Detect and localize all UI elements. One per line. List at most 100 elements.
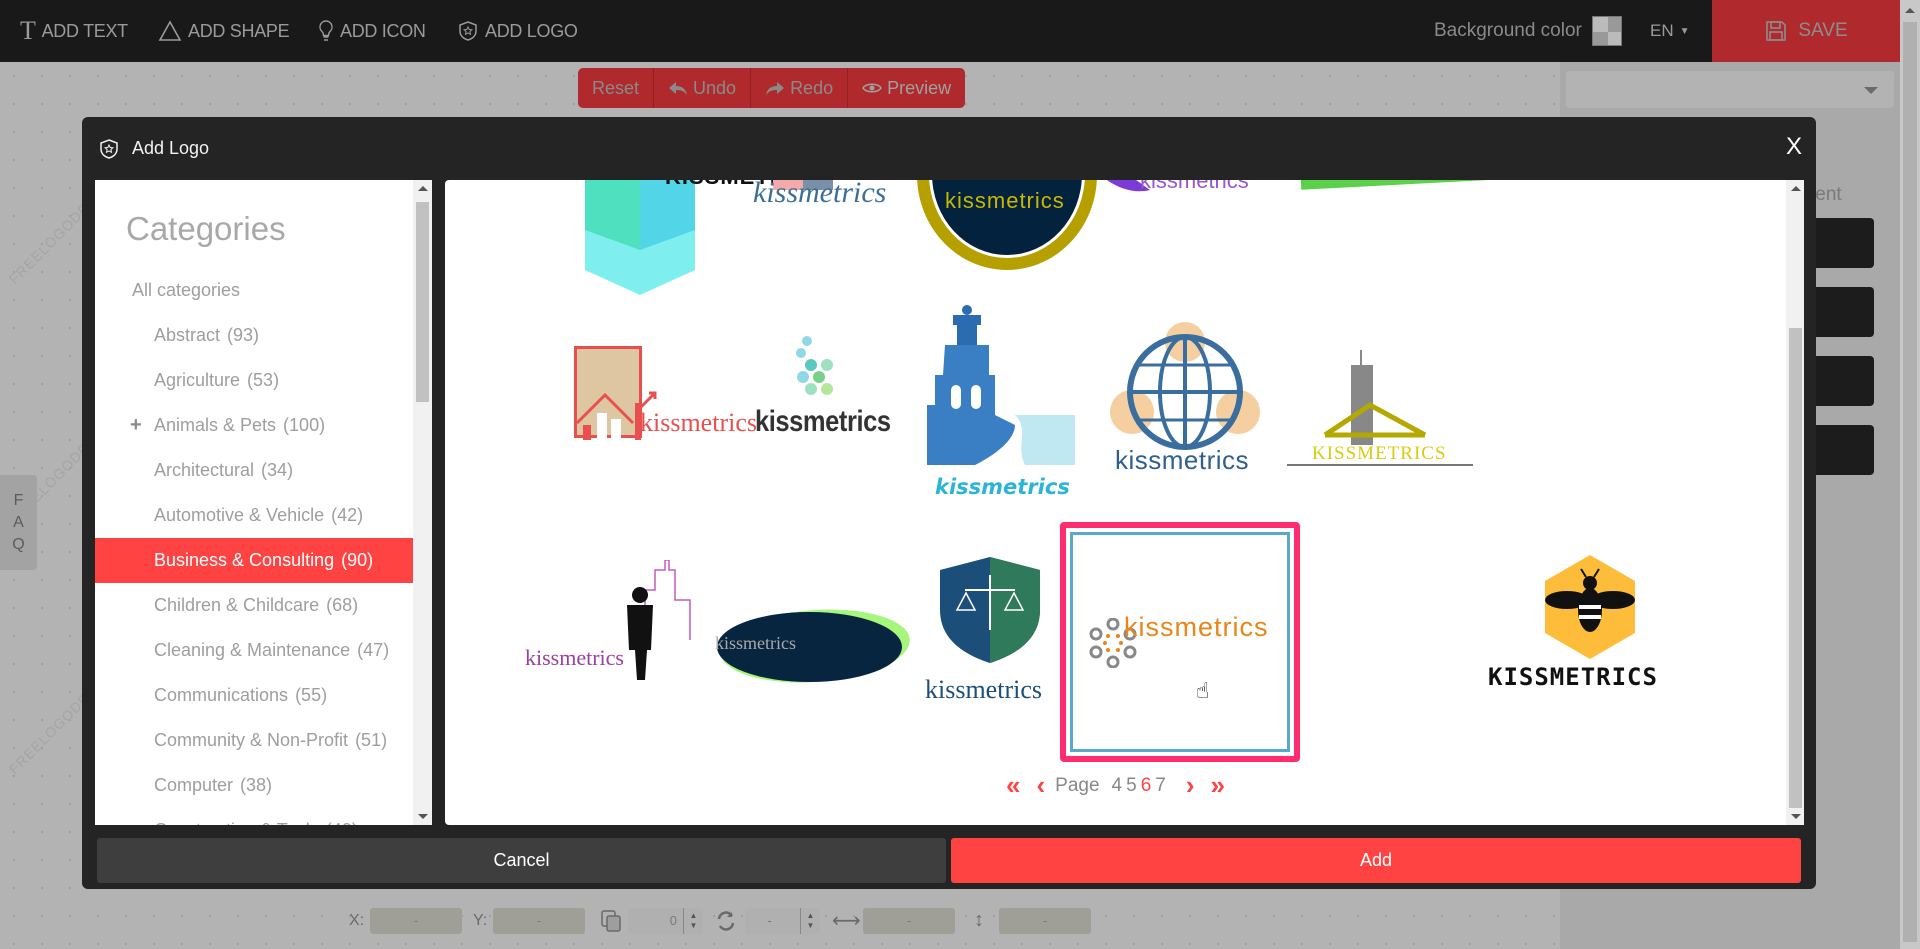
category-label: Cleaning & Maintenance <box>154 640 351 660</box>
category-count: (40) <box>326 820 358 825</box>
text-icon: T <box>20 16 36 45</box>
category-item[interactable]: Abstract (93) <box>95 313 413 358</box>
add-shape-button[interactable]: ADD SHAPE <box>158 0 290 62</box>
add-icon-button[interactable]: ADD ICON <box>318 0 426 62</box>
rotate-icon <box>717 910 735 931</box>
close-button[interactable]: X <box>1786 133 1802 161</box>
page-label: Page <box>1055 774 1100 796</box>
category-item[interactable]: Automotive & Vehicle (42) <box>95 493 413 538</box>
expand-plus-icon[interactable]: + <box>130 414 142 437</box>
add-text-button[interactable]: T ADD TEXT <box>20 0 128 62</box>
category-label: Children & Childcare <box>154 595 320 615</box>
categories-title: Categories <box>126 210 286 247</box>
category-item[interactable]: Business & Consulting (90) <box>95 538 413 583</box>
shield-star-icon <box>459 21 477 41</box>
prev-page-button[interactable]: ‹ <box>1036 770 1045 801</box>
stepper-arrows[interactable]: ▲ ▼ <box>683 907 703 934</box>
logo-option[interactable]: KISSMETRICS <box>1260 295 1500 535</box>
rotation-stepper[interactable]: - ▲ ▼ <box>745 907 820 934</box>
logo-grid-scrollbar[interactable] <box>1786 180 1804 825</box>
category-label: Agriculture <box>154 370 241 390</box>
category-label: Architectural <box>154 460 255 480</box>
category-count: (51) <box>355 730 388 750</box>
category-count: (68) <box>326 595 359 615</box>
position-toolbar: X: - Y: - 0 ▲ ▼ - ▲ ▼ ⟷ - ↕ - <box>0 898 1560 943</box>
preview-button[interactable]: Preview <box>848 68 965 108</box>
categories-scrollbar[interactable] <box>413 180 432 825</box>
category-item[interactable]: Computer (38) <box>95 763 413 808</box>
category-item[interactable]: Construction & Tools (40) <box>95 808 413 825</box>
first-page-button[interactable]: « <box>1006 770 1020 801</box>
y-input[interactable]: - <box>493 907 585 934</box>
bee-hexagon-logo-graphic <box>1545 555 1635 659</box>
shield-scales-logo-graphic <box>940 557 1040 663</box>
category-label: Computer <box>154 775 234 795</box>
logo-option-selected[interactable]: kissmetrics ☝ <box>1060 522 1300 762</box>
category-item[interactable]: All categories <box>95 268 413 313</box>
logo-option[interactable]: KISSMETRICS <box>1470 525 1710 765</box>
redo-icon <box>766 82 785 95</box>
page-6-current[interactable]: 6 <box>1141 775 1152 797</box>
layer-stepper[interactable]: 0 ▲ ▼ <box>628 907 703 934</box>
height-arrows-icon: ↕ <box>974 909 984 931</box>
stepper-arrows[interactable]: ▲ ▼ <box>800 907 820 934</box>
layers-icon <box>601 909 621 932</box>
height-input[interactable]: - <box>999 907 1091 934</box>
font-select[interactable] <box>1566 71 1894 108</box>
page-4[interactable]: 4 <box>1112 775 1123 797</box>
save-button[interactable]: SAVE <box>1712 0 1900 62</box>
cancel-button[interactable]: Cancel <box>97 838 946 883</box>
eye-icon <box>862 83 882 93</box>
page-5[interactable]: 5 <box>1126 775 1137 797</box>
logo-grid: KISSMETRICS kissmetrics kissmetrics kiss… <box>445 180 1804 825</box>
add-logo-modal: Add Logo X Categories All categories Abst… <box>82 117 1816 889</box>
category-label: Abstract <box>154 325 221 345</box>
redo-button[interactable]: Redo <box>751 68 849 108</box>
category-count: (42) <box>331 505 364 525</box>
category-item[interactable]: Cleaning & Maintenance (47) <box>95 628 413 673</box>
pagination: « ‹ Page 4 5 6 7 › » <box>445 770 1786 801</box>
category-item[interactable]: Children & Childcare (68) <box>95 583 413 628</box>
category-count: (47) <box>357 640 390 660</box>
background-color-picker[interactable]: Background color <box>1434 0 1622 62</box>
category-count: (53) <box>247 370 280 390</box>
category-item[interactable]: Architectural (34) <box>95 448 413 493</box>
undo-button[interactable]: Undo <box>654 68 752 108</box>
globe-logo-graphic <box>1110 322 1260 450</box>
categories-panel: Categories All categories Abstract (93) Agr… <box>95 180 432 825</box>
history-actions: Reset Undo Redo Preview <box>578 68 966 108</box>
category-item[interactable]: Community & Non-Profit (51) <box>95 718 413 763</box>
faq-tab[interactable]: F A Q <box>0 475 37 570</box>
category-label: Business & Consulting <box>154 550 335 570</box>
width-input[interactable]: - <box>863 907 955 934</box>
category-count: (90) <box>341 550 374 570</box>
category-label: Community & Non-Profit <box>154 730 349 750</box>
category-item[interactable]: + Animals & Pets (100) <box>95 403 413 448</box>
add-logo-button[interactable]: ADD LOGO <box>457 0 578 62</box>
last-page-button[interactable]: » <box>1211 770 1225 801</box>
undo-icon <box>669 82 688 95</box>
category-label: All categories <box>132 280 241 300</box>
category-label: Automotive & Vehicle <box>154 505 325 525</box>
background-color-swatch[interactable] <box>1591 16 1622 46</box>
next-page-button[interactable]: › <box>1186 770 1195 801</box>
x-input[interactable]: - <box>370 907 462 934</box>
category-count: (38) <box>240 775 273 795</box>
page-7[interactable]: 7 <box>1155 775 1166 797</box>
category-item[interactable]: Communications (55) <box>95 673 413 718</box>
category-list: All categories Abstract (93) Agriculture (53… <box>95 268 413 825</box>
page-scrollbar[interactable] <box>1900 0 1920 949</box>
category-item[interactable]: Agriculture (53) <box>95 358 413 403</box>
language-selector[interactable]: EN ▼ <box>1650 0 1690 62</box>
hand-cursor-icon: ☝ <box>1196 678 1210 703</box>
y-label: Y: <box>473 911 488 929</box>
x-label: X: <box>349 911 365 929</box>
modal-header: Add Logo <box>82 117 1816 180</box>
category-count: (100) <box>283 415 326 435</box>
category-label: Animals & Pets <box>154 415 277 435</box>
category-count: (55) <box>295 685 328 705</box>
molecule-logo-graphic <box>796 336 833 395</box>
category-count: (34) <box>261 460 294 480</box>
add-button[interactable]: Add <box>951 838 1801 883</box>
reset-button[interactable]: Reset <box>578 68 655 108</box>
